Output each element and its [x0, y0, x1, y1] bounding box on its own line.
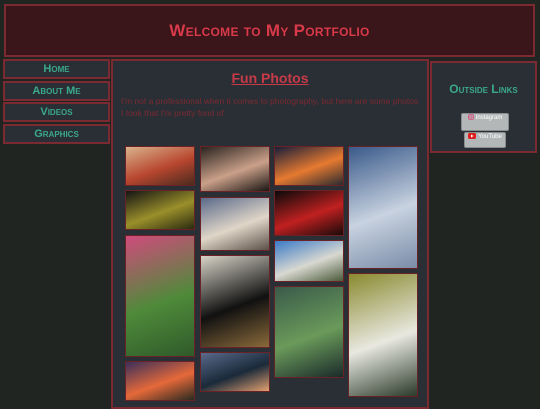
instagram-icon	[467, 114, 474, 122]
photo-white-flower	[348, 273, 418, 397]
nav-item-home[interactable]: Home	[3, 59, 110, 79]
intro-text: I'm not a professional when it comes to …	[121, 96, 419, 118]
photo-lizard-plant	[274, 286, 344, 378]
nav-item-graphics[interactable]: Graphics	[3, 123, 110, 144]
photo-sunset-field	[125, 361, 195, 401]
section-title: Fun Photos	[231, 70, 309, 86]
photo-beach-sunset	[200, 197, 270, 251]
outside-links-panel: Outside Links Instagram YouTube	[430, 61, 537, 153]
instagram-link[interactable]: Instagram	[461, 113, 509, 131]
youtube-link[interactable]: YouTube	[464, 132, 506, 148]
nav-menu: Home About Me Videos Graphics	[3, 59, 110, 145]
nav-item-videos[interactable]: Videos	[3, 102, 110, 122]
photo-hands	[200, 146, 270, 192]
photo-cat-eye	[125, 190, 195, 230]
outside-links-title: Outside Links	[449, 82, 518, 96]
main-content: Fun Photos I'm not a professional when i…	[111, 59, 429, 409]
photo-pink-flowers	[125, 235, 195, 357]
page-title: Welcome to My Portfolio	[169, 20, 370, 40]
photo-mountain-dusk	[200, 352, 270, 392]
instagram-label: Instagram	[475, 115, 503, 121]
nav-item-about-me[interactable]: About Me	[3, 80, 110, 101]
photo-red-light-dark	[274, 190, 344, 236]
photo-city-sunset	[274, 146, 344, 186]
photo-dessert-plate	[125, 146, 195, 186]
photo-clouds-sky	[348, 146, 418, 269]
youtube-label: YouTube	[478, 134, 502, 140]
photo-blue-sky-town	[274, 240, 344, 282]
header: Welcome to My Portfolio	[4, 4, 535, 57]
youtube-icon	[468, 133, 477, 141]
photo-black-cat	[200, 255, 270, 348]
